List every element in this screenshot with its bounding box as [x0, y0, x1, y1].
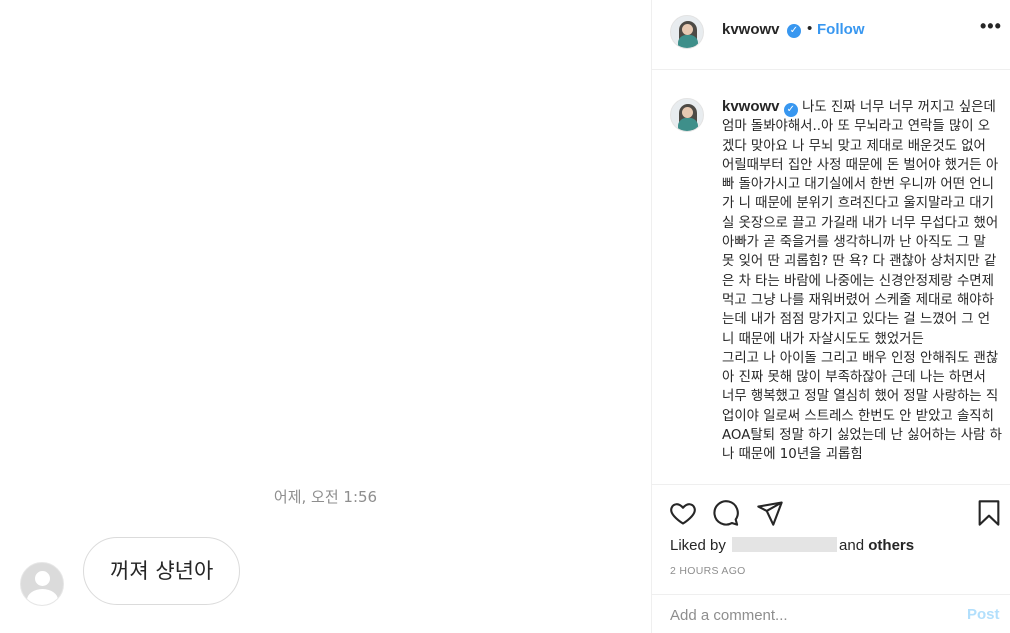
comment-icon[interactable] [712, 499, 740, 527]
heart-icon[interactable] [669, 499, 697, 527]
more-options-icon[interactable]: ••• [980, 16, 1002, 37]
avatar-cloth-shape [678, 35, 698, 48]
profile-avatar[interactable] [670, 15, 704, 49]
likes-summary: Liked by and others [670, 537, 914, 554]
separator-dot: • [807, 20, 813, 37]
post-actions: Liked by and others 2 HOURS AGO [652, 484, 1010, 593]
liked-prefix: Liked by [670, 537, 726, 554]
header-username[interactable]: kvwowv [722, 21, 780, 38]
verified-icon: ✓ [787, 24, 801, 38]
redacted-username [732, 537, 838, 552]
caption-avatar[interactable] [670, 98, 704, 132]
share-icon[interactable] [756, 499, 784, 527]
likes-others-link[interactable]: others [868, 537, 914, 554]
liked-suffix: and [839, 537, 865, 554]
dm-chat-panel: 어제, 오전 1:56 꺼져 샹년아 [0, 0, 651, 633]
post-header: kvwowv ✓ • Follow ••• [652, 0, 1010, 70]
follow-button[interactable]: Follow [817, 21, 865, 38]
caption-text: kvwowv ✓ 나도 진짜 너무 너무 꺼지고 싶은데 엄마 돌봐야해서..아… [722, 97, 1002, 465]
avatar-face-shape [682, 107, 693, 118]
caption-body: 나도 진짜 너무 너무 꺼지고 싶은데 엄마 돌봐야해서..아 또 무뇌라고 연… [722, 100, 1002, 463]
avatar-head-shape [35, 571, 50, 586]
caption-username[interactable]: kvwowv [722, 98, 780, 115]
caption-scroll-area[interactable]: kvwowv ✓ 나도 진짜 너무 너무 꺼지고 싶은데 엄마 돌봐야해서..아… [652, 71, 1010, 483]
message-bubble[interactable]: 꺼져 샹년아 [83, 537, 241, 605]
post-timestamp[interactable]: 2 HOURS AGO [670, 565, 746, 577]
comment-input[interactable] [670, 603, 940, 627]
sender-avatar-placeholder-icon[interactable] [20, 562, 64, 606]
avatar-face-shape [682, 24, 693, 35]
post-comment-button[interactable]: Post [967, 606, 1000, 623]
chat-timestamp: 어제, 오전 1:56 [273, 488, 378, 506]
verified-icon: ✓ [783, 103, 798, 117]
avatar-cloth-shape [678, 118, 698, 131]
bookmark-icon[interactable] [975, 499, 1003, 527]
post-panel: kvwowv ✓ • Follow ••• kvwowv ✓ 나도 진짜 너무 … [651, 0, 1010, 633]
avatar-body-shape [27, 589, 58, 605]
comment-bar: Post [652, 594, 1010, 633]
